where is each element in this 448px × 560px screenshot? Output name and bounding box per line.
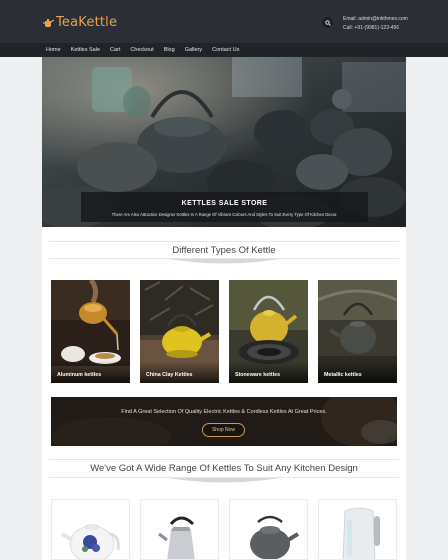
steel-whistling-kettle bbox=[141, 500, 218, 559]
promo-banner: Find A Great Selection Of Quality Electr… bbox=[51, 397, 397, 446]
category-label: China Clay Kettles bbox=[146, 372, 193, 378]
category-label: Aluminum kettles bbox=[57, 372, 102, 378]
category-card-stoneware[interactable]: Stoneware kettles bbox=[229, 280, 308, 383]
product-card[interactable] bbox=[51, 499, 130, 560]
glass-electric-kettle bbox=[319, 500, 396, 559]
nav-gallery[interactable]: Gallery bbox=[185, 46, 202, 54]
nav-contact-us[interactable]: Contact Us bbox=[212, 46, 239, 54]
product-card[interactable] bbox=[318, 499, 397, 560]
shop-now-button[interactable]: Shop Now bbox=[202, 423, 245, 437]
nav-cart[interactable]: Cart bbox=[110, 46, 120, 54]
banner-text: Find A Great Selection Of Quality Electr… bbox=[121, 409, 327, 415]
title-shadow-decoration bbox=[169, 259, 279, 264]
brand-name: TeaKettle bbox=[56, 15, 118, 30]
category-label: Metallic kettles bbox=[324, 372, 362, 378]
search-button[interactable] bbox=[322, 17, 333, 28]
nav-home[interactable]: Home bbox=[46, 46, 61, 54]
types-section-title: Different Types Of Kettle bbox=[172, 245, 276, 256]
main-navigation: Home Kettles Sale Cart Checkout Blog Gal… bbox=[0, 43, 448, 57]
category-card-china-clay[interactable]: China Clay Kettles bbox=[140, 280, 219, 383]
nav-kettles-sale[interactable]: Kettles Sale bbox=[71, 46, 100, 54]
nav-blog[interactable]: Blog bbox=[164, 46, 175, 54]
contact-phone: Call: +91-(9981)-123-456 bbox=[343, 25, 400, 31]
contact-info: Email: admin@inkthmes.com Call: +91-(998… bbox=[343, 15, 408, 33]
search-icon bbox=[324, 19, 331, 26]
title-shadow-decoration bbox=[169, 478, 279, 483]
nav-checkout[interactable]: Checkout bbox=[130, 46, 153, 54]
teapot-logo-icon bbox=[43, 18, 54, 27]
camping-kettle bbox=[230, 500, 307, 559]
brand-logo[interactable]: TeaKettle bbox=[43, 15, 117, 30]
category-label: Stoneware kettles bbox=[235, 372, 281, 378]
hero-title: KETTLES SALE STORE bbox=[181, 200, 268, 207]
product-card[interactable] bbox=[229, 499, 308, 560]
category-card-metallic[interactable]: Metallic kettles bbox=[318, 280, 397, 383]
top-header: TeaKettle Email: admin@inkthmes.com Call… bbox=[0, 0, 448, 43]
floral-ceramic-kettle bbox=[52, 500, 129, 559]
hero-caption: KETTLES SALE STORE There Are Also Attrac… bbox=[81, 192, 368, 222]
section-divider bbox=[49, 241, 399, 242]
contact-email: Email: admin@inkthmes.com bbox=[343, 16, 408, 22]
category-card-aluminum[interactable]: Aluminum kettles bbox=[51, 280, 130, 383]
section-divider bbox=[49, 459, 399, 460]
hero-subtitle: There Are Also Attractive Designer Kettl… bbox=[111, 212, 338, 217]
product-card[interactable] bbox=[140, 499, 219, 560]
range-section-title: We've Got A Wide Range Of Kettles To Sui… bbox=[90, 463, 358, 474]
banner-background-image bbox=[51, 397, 397, 446]
